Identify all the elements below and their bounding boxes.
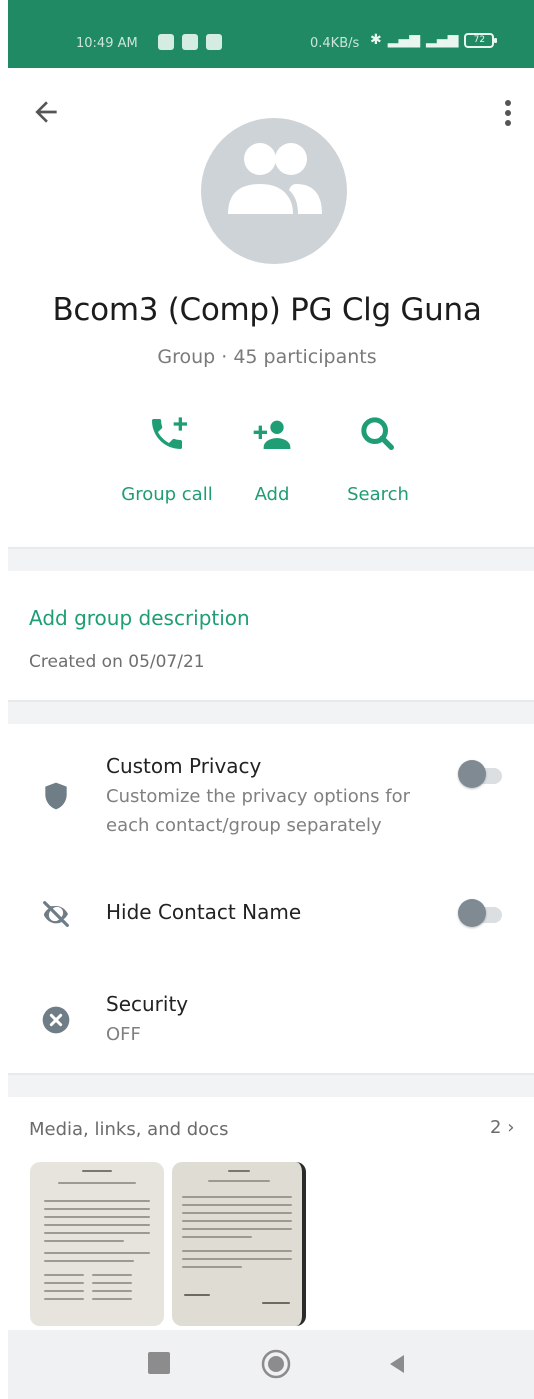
system-icons: ✱ ▂▄▆ ▂▄▆ 72 xyxy=(370,32,498,48)
search-icon xyxy=(361,417,394,450)
section-divider xyxy=(8,700,534,724)
custom-privacy-title: Custom Privacy xyxy=(106,754,262,778)
hide-contact-name-toggle[interactable] xyxy=(458,899,502,929)
custom-privacy-subtitle-line2: each contact/group separately xyxy=(106,815,382,836)
group-participants-summary: Group · 45 participants xyxy=(157,346,377,368)
notification-app-icon xyxy=(182,34,198,50)
security-status: OFF xyxy=(106,1024,141,1045)
toggle-knob xyxy=(458,899,486,927)
search-label: Search xyxy=(347,484,409,505)
section-divider xyxy=(8,1073,534,1097)
system-navigation-bar xyxy=(8,1330,534,1399)
media-links-docs-label[interactable]: Media, links, and docs xyxy=(29,1119,228,1140)
notification-app-icon xyxy=(158,34,174,50)
more-options-button[interactable] xyxy=(498,96,518,132)
security-title: Security xyxy=(106,992,189,1016)
add-label: Add xyxy=(254,484,290,505)
media-count: 2 xyxy=(490,1117,502,1138)
back-button[interactable] xyxy=(30,96,62,128)
media-thumbnail[interactable] xyxy=(172,1162,306,1326)
signal-icon: ▂▄▆ xyxy=(426,32,459,48)
phone-add-icon xyxy=(152,417,187,449)
close-circle-icon xyxy=(42,1006,70,1034)
custom-privacy-subtitle-line1: Customize the privacy options for xyxy=(106,786,411,807)
network-speed: 0.4KB/s xyxy=(310,36,360,51)
custom-privacy-row[interactable]: Custom Privacy Customize the privacy opt… xyxy=(0,750,534,850)
add-group-description-link[interactable]: Add group description xyxy=(29,606,250,630)
home-button[interactable] xyxy=(260,1348,292,1380)
action-row: Group call Add Search xyxy=(0,414,534,524)
add-participant-button[interactable]: Add xyxy=(217,414,327,505)
battery-icon: 72 xyxy=(464,32,498,48)
hide-contact-name-title: Hide Contact Name xyxy=(106,900,302,924)
media-count-link[interactable]: 2 › xyxy=(490,1117,514,1138)
chevron-right-icon: › xyxy=(507,1117,515,1138)
more-vertical-icon xyxy=(505,100,511,126)
group-call-label: Group call xyxy=(121,484,213,505)
group-name[interactable]: Bcom3 (Comp) PG Clg Guna xyxy=(0,292,534,328)
bluetooth-icon: ✱ xyxy=(370,32,382,48)
shield-icon xyxy=(45,782,67,810)
custom-privacy-toggle[interactable] xyxy=(458,760,502,790)
section-divider xyxy=(8,547,534,571)
status-time: 10:49 AM xyxy=(76,36,138,51)
status-bar: 10:49 AM 0.4KB/s ✱ ▂▄▆ ▂▄▆ 72 xyxy=(8,0,534,68)
hide-contact-name-row[interactable]: Hide Contact Name xyxy=(0,890,534,940)
security-row[interactable]: Security OFF xyxy=(0,988,534,1050)
arrow-left-icon xyxy=(35,101,57,123)
created-date: Created on 05/07/21 xyxy=(29,652,205,672)
battery-level: 72 xyxy=(473,34,486,45)
group-avatar-icon xyxy=(228,143,322,214)
media-thumbnail[interactable] xyxy=(30,1162,164,1326)
signal-icon: ▂▄▆ xyxy=(387,32,421,48)
group-call-button[interactable]: Group call xyxy=(112,414,222,505)
notification-icons xyxy=(158,34,222,50)
search-button[interactable]: Search xyxy=(323,414,433,505)
toggle-knob xyxy=(458,760,486,788)
eye-off-icon xyxy=(43,901,69,927)
group-avatar[interactable] xyxy=(201,118,347,264)
recent-apps-button[interactable] xyxy=(148,1352,170,1374)
notification-app-icon xyxy=(206,34,222,50)
nav-back-button[interactable] xyxy=(386,1352,408,1376)
add-person-icon xyxy=(253,420,291,449)
